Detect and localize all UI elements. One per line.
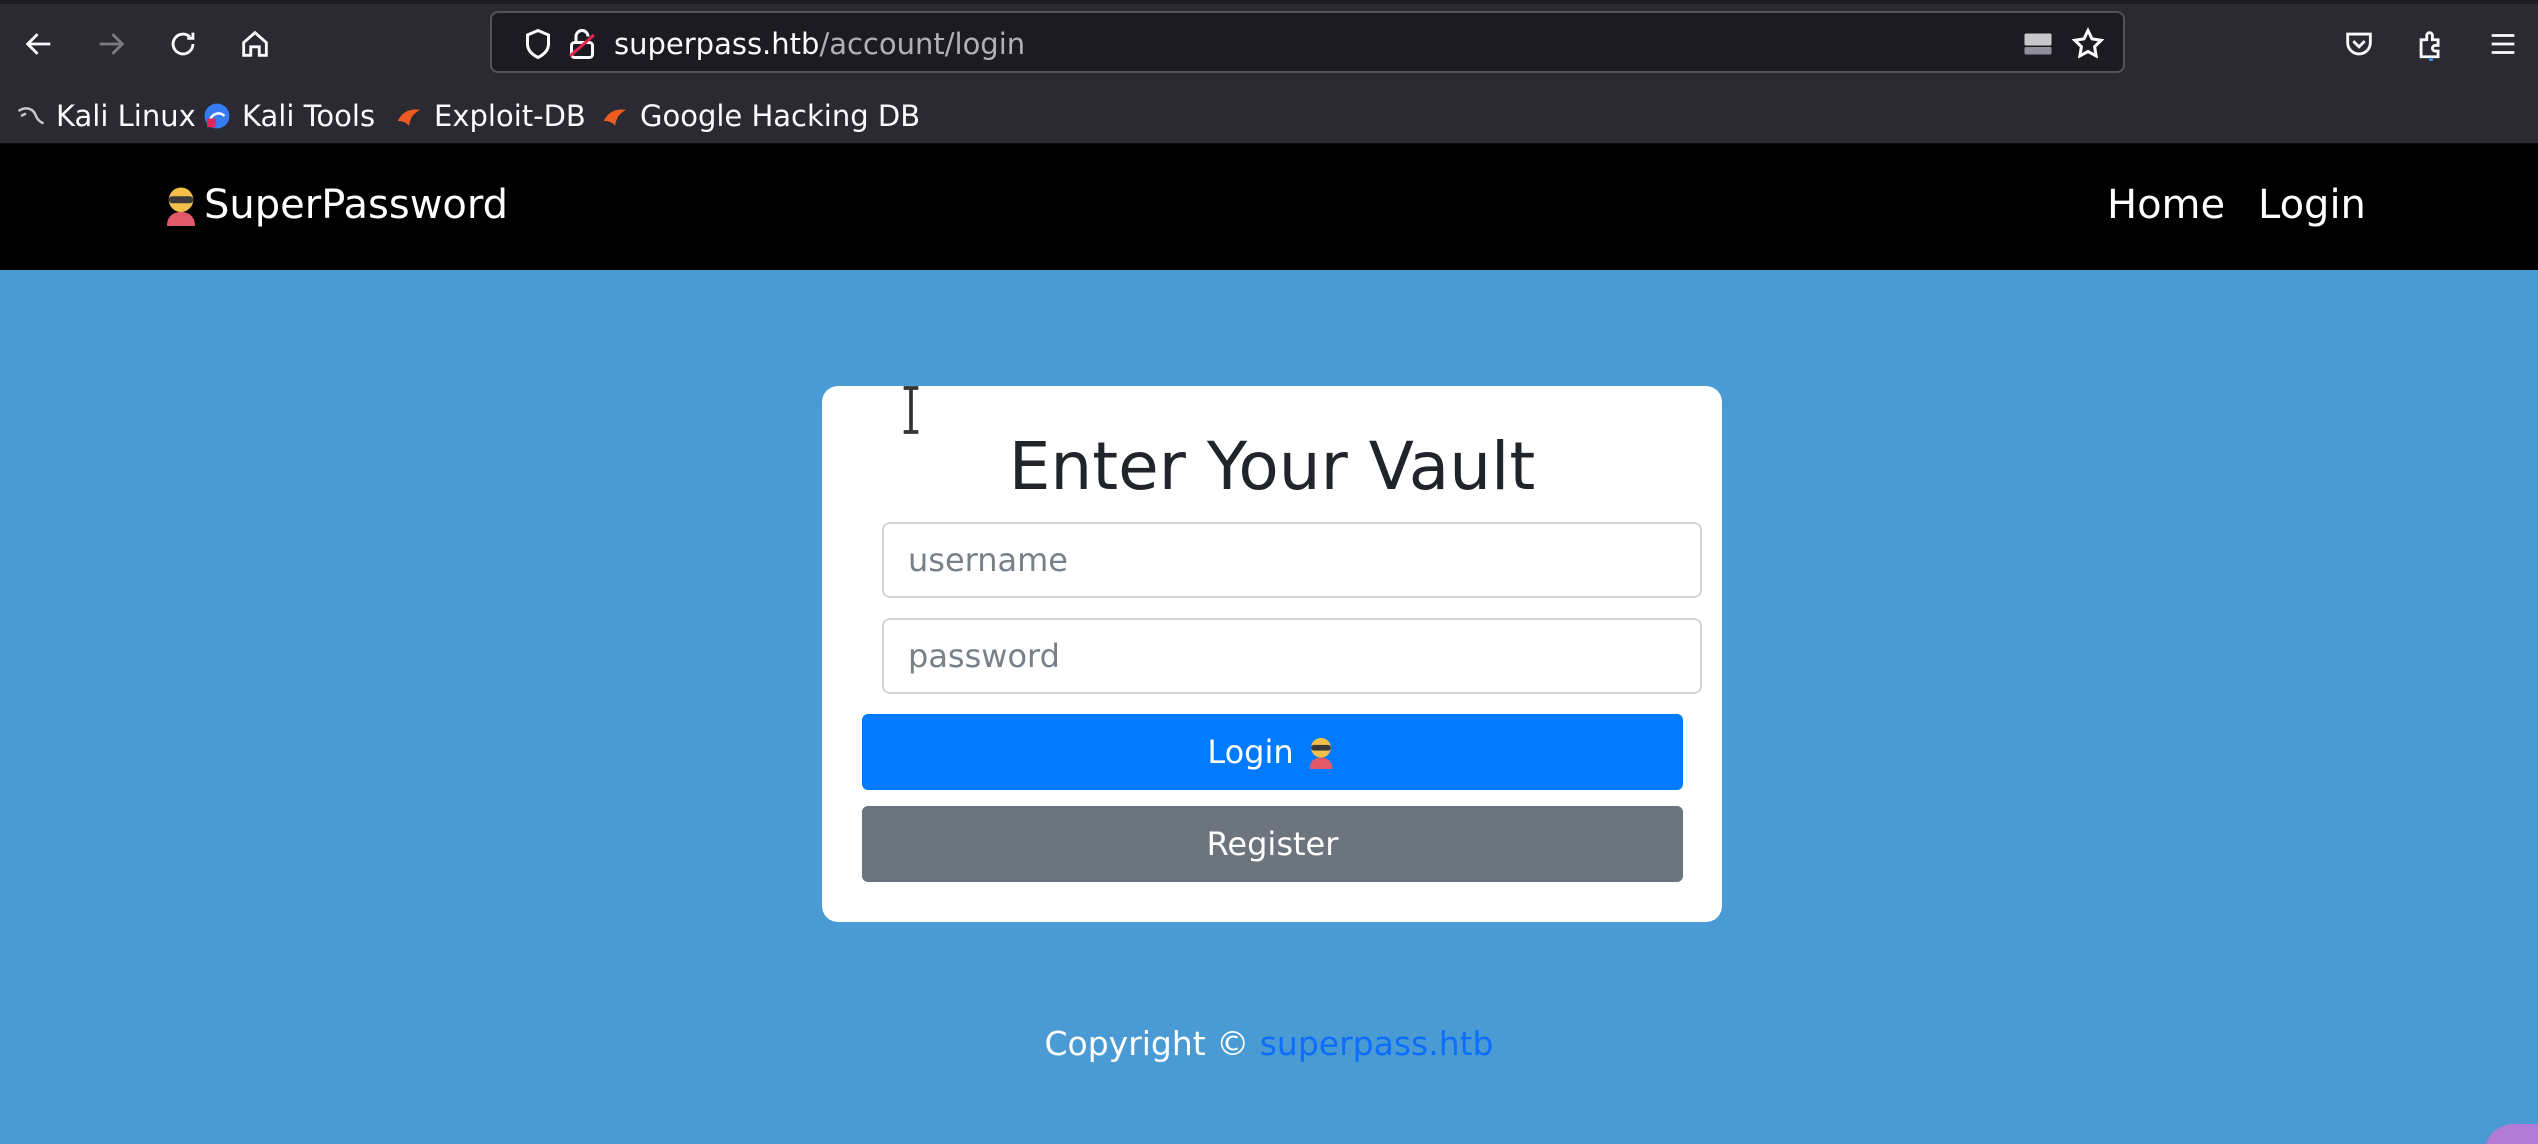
footer: Copyright © superpass.htb xyxy=(0,1024,2538,1063)
copyright-text: Copyright © xyxy=(1044,1024,1250,1063)
bookmark-star-icon[interactable] xyxy=(2070,26,2106,62)
username-input[interactable] xyxy=(882,522,1702,598)
bookmark-kali-tools[interactable]: Kali Tools xyxy=(202,96,375,136)
pocket-icon xyxy=(2346,32,2372,56)
bookmark-label: Kali Linux xyxy=(56,99,196,133)
forward-arrow-icon xyxy=(99,33,125,55)
forward-button[interactable] xyxy=(84,18,138,70)
hamburger-menu-icon xyxy=(2491,34,2515,54)
url-text[interactable]: superpass.htb/account/login xyxy=(614,27,1025,61)
puzzle-icon xyxy=(2419,31,2440,61)
nav-login-link[interactable]: Login xyxy=(2258,182,2366,228)
bookmark-google-hacking-db[interactable]: Google Hacking DB xyxy=(600,96,920,136)
ninja-emoji-icon xyxy=(1309,737,1332,769)
site-navbar: SuperPassword Home Login xyxy=(0,144,2538,270)
home-button[interactable] xyxy=(228,18,282,70)
text-cursor-icon xyxy=(903,386,919,434)
bookmark-label: Kali Tools xyxy=(242,99,376,133)
brand-name: SuperPassword xyxy=(204,182,509,228)
password-input[interactable] xyxy=(882,618,1702,694)
ghdb-icon xyxy=(603,109,627,126)
reload-icon xyxy=(171,32,195,56)
back-arrow-icon xyxy=(25,33,51,55)
login-button-label: Login xyxy=(1207,733,1294,771)
menu-button[interactable] xyxy=(2476,18,2530,70)
insecure-lock-icon[interactable] xyxy=(564,26,600,62)
kali-tools-icon xyxy=(204,103,230,129)
bookmarks-bar: Kali Linux Kali Tools Exploit-DB Google … xyxy=(0,87,2538,144)
reload-button[interactable] xyxy=(156,18,210,70)
extensions-button[interactable] xyxy=(2404,18,2458,70)
shield-icon xyxy=(526,28,550,60)
floating-widget[interactable] xyxy=(2484,1124,2538,1144)
pocket-button[interactable] xyxy=(2332,18,2386,70)
bookmark-kali-linux[interactable]: Kali Linux xyxy=(16,96,196,136)
login-button[interactable]: Login xyxy=(862,714,1683,790)
url-path: /account/login xyxy=(819,27,1026,61)
register-button-label: Register xyxy=(1206,825,1339,863)
register-button[interactable]: Register xyxy=(862,806,1683,882)
bookmark-label: Google Hacking DB xyxy=(640,99,921,133)
exploit-db-icon xyxy=(397,109,421,126)
footer-site-link[interactable]: superpass.htb xyxy=(1260,1024,1494,1063)
home-icon xyxy=(242,30,268,57)
bookmark-label: Exploit-DB xyxy=(434,99,586,133)
url-host: superpass.htb xyxy=(614,27,820,61)
login-card: Enter Your Vault Login Register xyxy=(822,386,1722,922)
nav-home-link[interactable]: Home xyxy=(2107,182,2225,228)
url-bar[interactable]: superpass.htb/account/login xyxy=(490,11,2125,73)
kali-dragon-icon xyxy=(17,107,45,125)
brand-link[interactable]: SuperPassword xyxy=(160,182,508,228)
bookmark-exploit-db[interactable]: Exploit-DB xyxy=(394,96,586,136)
card-title: Enter Your Vault xyxy=(1008,428,1536,505)
ninja-emoji-icon xyxy=(167,187,195,226)
browser-toolbar: superpass.htb/account/login xyxy=(0,0,2538,87)
back-button[interactable] xyxy=(12,18,66,70)
window-top-edge xyxy=(0,0,2538,4)
reader-view-icon[interactable] xyxy=(2020,26,2056,62)
